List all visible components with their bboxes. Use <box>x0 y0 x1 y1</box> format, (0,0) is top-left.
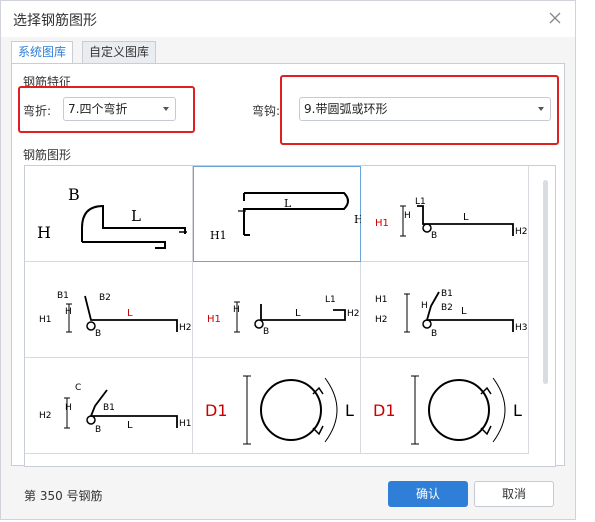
tab-system-library[interactable]: 系统图库 <box>11 41 74 64</box>
shape-label: H <box>65 307 72 317</box>
shape-cell-4[interactable]: B1 B2 H1 H B L H2 <box>25 262 193 358</box>
hook-label: 弯钩: <box>252 104 281 118</box>
shape-label: L <box>461 306 467 317</box>
shape-label: B2 <box>441 303 453 313</box>
shape-label: H1 <box>210 229 227 242</box>
shape-cell-9[interactable]: D1 L <box>361 358 529 454</box>
highlight-box-hook <box>280 75 559 145</box>
shape-label: H2 <box>515 227 528 237</box>
shape-label: D1 <box>373 401 396 420</box>
rebar-shape-grid: B H L L H1 H L1 H <box>24 165 556 467</box>
shape-label: B1 <box>57 291 69 301</box>
cancel-button[interactable]: 取消 <box>474 481 554 507</box>
close-icon[interactable] <box>547 10 563 26</box>
shape-label: B <box>95 329 101 339</box>
shape-label: B <box>68 185 80 204</box>
shape-label: B1 <box>103 403 115 413</box>
shape-label: H1 <box>207 314 221 325</box>
rebar-shape-drawing: D1 L <box>373 375 522 445</box>
shape-label: L <box>284 197 292 210</box>
rebar-number-status: 第 350 号钢筋 <box>24 489 103 503</box>
shape-label: L <box>295 308 301 319</box>
shape-cell-5[interactable]: H H1 L1 B L H2 <box>193 262 361 358</box>
shape-label: H3 <box>515 323 528 333</box>
shape-label: H <box>404 211 411 221</box>
shape-label: B2 <box>99 293 111 303</box>
shape-label: H <box>233 305 240 315</box>
rebar-shape-drawing: B1 B2 H1 H H2 B L H3 <box>375 289 528 339</box>
tab-custom-library[interactable]: 自定义图库 <box>82 41 157 63</box>
shape-cell-8[interactable]: D1 L <box>193 358 361 454</box>
shape-label: H2 <box>39 411 52 421</box>
highlight-box-bend <box>18 86 195 133</box>
select-rebar-shape-dialog: 选择钢筋图形 系统图库 自定义图库 钢筋特征 弯折: 7.四个弯折 弯钩: 9.… <box>0 0 576 520</box>
shape-label: H1 <box>375 295 388 305</box>
shape-label: H2 <box>375 315 388 325</box>
shape-label: H1 <box>375 218 389 229</box>
shape-label: L <box>127 420 133 431</box>
rebar-shape-drawing: L1 H H1 L B H2 <box>375 197 528 241</box>
shape-label: L <box>463 212 469 223</box>
gallery-scrollbar[interactable] <box>543 180 548 384</box>
shape-label: H <box>37 223 51 242</box>
shape-label: H2 <box>347 309 360 319</box>
shape-label: L <box>345 401 354 420</box>
shape-label: B <box>431 329 437 339</box>
shape-cell-3[interactable]: L1 H H1 L B H2 <box>361 166 529 262</box>
shape-label: H2 <box>179 323 192 333</box>
gallery-section-title: 钢筋图形 <box>23 148 72 162</box>
shape-label: B <box>263 327 269 337</box>
shape-label: L <box>131 207 141 225</box>
shape-cell-1[interactable]: B H L <box>25 166 193 262</box>
shape-cell-6[interactable]: B1 B2 H1 H H2 B L H3 <box>361 262 529 358</box>
shape-label: H <box>65 403 72 413</box>
shape-label: L1 <box>415 197 426 207</box>
shape-label: L <box>127 308 133 319</box>
rebar-shape-drawing: B1 B2 H1 H B L H2 <box>39 291 192 339</box>
rebar-shape-drawing: D1 L <box>205 375 354 445</box>
shape-cell-2[interactable]: L H1 H <box>193 166 362 262</box>
shape-label: B <box>431 231 437 241</box>
shape-label: L <box>513 401 522 420</box>
shape-label: B <box>95 425 101 435</box>
shape-label: L1 <box>325 295 336 305</box>
title-bar: 选择钢筋图形 <box>1 1 575 37</box>
rebar-shape-drawing: H H1 L1 B L H2 <box>207 295 360 337</box>
dialog-title: 选择钢筋图形 <box>13 13 97 29</box>
shape-label: H <box>421 301 428 311</box>
shape-cell-7[interactable]: C H2 H B1 B L H1 <box>25 358 193 454</box>
rebar-shape-drawing: L H1 H <box>210 192 362 242</box>
shape-label: D1 <box>205 401 228 420</box>
shape-label: B1 <box>441 289 453 299</box>
rebar-shape-drawing: C H2 H B1 B L H1 <box>39 383 192 435</box>
shape-label: C <box>75 383 81 393</box>
shape-label: H1 <box>39 315 52 325</box>
confirm-button[interactable]: 确认 <box>388 481 468 507</box>
shape-label: H1 <box>179 419 192 429</box>
rebar-shape-drawing: B H L <box>37 185 187 249</box>
